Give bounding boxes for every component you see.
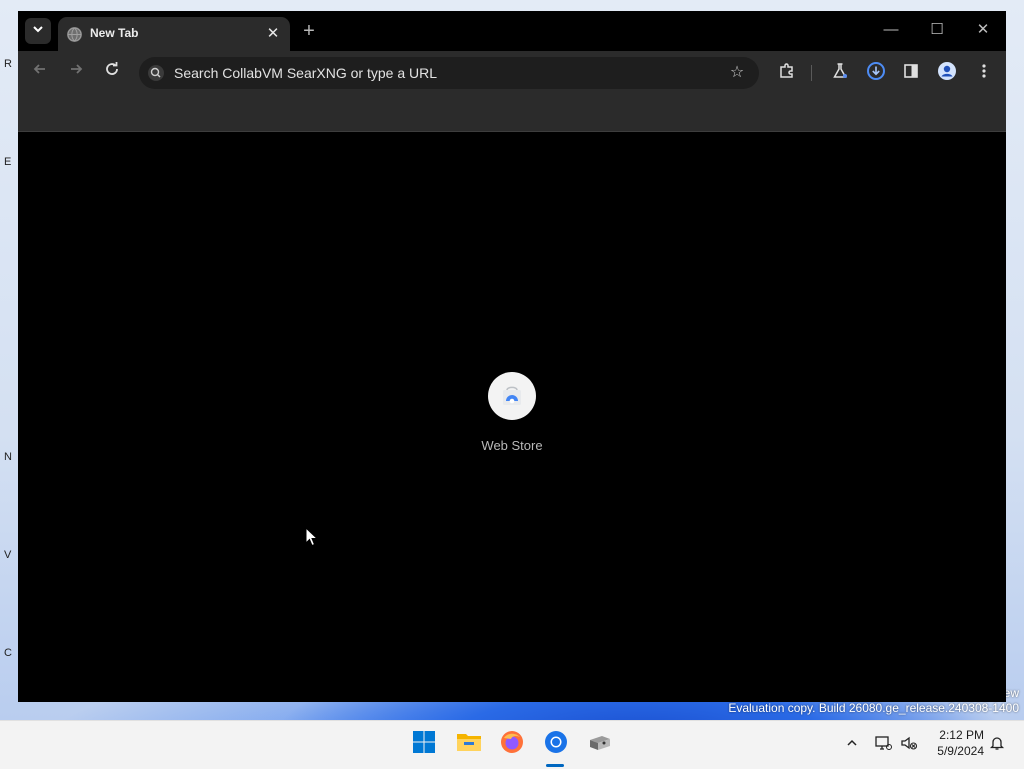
arrow-left-icon xyxy=(32,64,48,81)
active-app-indicator xyxy=(546,764,564,767)
firefox-icon xyxy=(500,730,524,759)
flask-icon xyxy=(831,62,849,85)
back-button[interactable] xyxy=(28,61,52,85)
chromium-icon xyxy=(544,730,568,759)
profile-button[interactable] xyxy=(935,61,959,85)
puzzle-icon xyxy=(778,62,796,85)
close-tab-button[interactable]: ✕ xyxy=(264,25,282,43)
watermark-build: Evaluation copy. Build 26080.ge_release.… xyxy=(728,701,1019,715)
maximize-icon: ☐ xyxy=(930,21,944,38)
maximize-button[interactable]: ☐ xyxy=(917,17,957,43)
avatar-icon xyxy=(937,61,957,86)
browser-window: New Tab ✕ + — ☐ ✕ Search CollabVM SearXN… xyxy=(18,11,1006,702)
close-window-button[interactable]: ✕ xyxy=(963,17,1003,43)
desktop-icon-label[interactable]: V xyxy=(4,549,11,561)
bookmarks-bar xyxy=(18,95,1006,132)
app-icon xyxy=(588,731,612,758)
chromium-button[interactable] xyxy=(541,729,571,759)
network-icon xyxy=(874,735,892,754)
forward-button[interactable] xyxy=(64,61,88,85)
side-panel-button[interactable] xyxy=(899,61,923,85)
labs-button[interactable] xyxy=(828,61,852,85)
more-vertical-icon xyxy=(981,63,987,84)
star-icon: ☆ xyxy=(729,64,745,81)
browser-toolbar: Search CollabVM SearXNG or type a URL ☆ xyxy=(18,51,1006,95)
windows-icon xyxy=(412,730,436,759)
web-store-icon xyxy=(488,372,536,420)
downloads-button[interactable] xyxy=(864,61,888,85)
menu-button[interactable] xyxy=(972,61,996,85)
shortcut-web-store[interactable]: Web Store xyxy=(464,372,560,462)
chevron-up-icon xyxy=(846,737,858,752)
new-tab-button[interactable]: + xyxy=(298,20,320,42)
title-bar[interactable]: New Tab ✕ + — ☐ ✕ xyxy=(18,11,1006,51)
search-engine-icon[interactable] xyxy=(148,65,164,81)
desktop-icon-label[interactable]: C xyxy=(4,647,12,659)
minimize-button[interactable]: — xyxy=(871,17,911,43)
new-tab-page: Web Store xyxy=(18,132,1006,702)
mouse-pointer-icon xyxy=(305,526,319,552)
volume-button[interactable] xyxy=(898,733,920,755)
desktop-icon-label[interactable]: E xyxy=(4,156,11,168)
tab-search-button[interactable] xyxy=(25,18,51,44)
globe-icon xyxy=(67,27,82,42)
firefox-button[interactable] xyxy=(497,729,527,759)
taskbar: 2:12 PM 5/9/2024 xyxy=(0,720,1024,769)
reload-icon xyxy=(104,62,120,81)
arrow-right-icon xyxy=(68,64,84,81)
close-icon: ✕ xyxy=(266,25,280,42)
app-button[interactable] xyxy=(585,729,615,759)
network-button[interactable] xyxy=(872,733,894,755)
plus-icon: + xyxy=(303,20,315,42)
omnibox[interactable]: Search CollabVM SearXNG or type a URL ☆ xyxy=(139,57,759,89)
minimize-icon: — xyxy=(883,21,899,38)
tab-title: New Tab xyxy=(90,26,139,40)
shortcut-label: Web Store xyxy=(481,438,543,453)
close-icon: ✕ xyxy=(976,21,990,38)
download-icon xyxy=(866,61,886,86)
chevron-down-icon xyxy=(32,22,44,40)
desktop-icon-label[interactable]: R xyxy=(4,58,12,70)
bell-icon xyxy=(989,735,1005,754)
bookmark-star-button[interactable]: ☆ xyxy=(727,63,747,83)
file-explorer-button[interactable] xyxy=(454,729,484,759)
notifications-button[interactable] xyxy=(986,733,1008,755)
clock-time: 2:12 PM xyxy=(939,728,984,742)
system-clock[interactable]: 2:12 PM 5/9/2024 xyxy=(928,727,984,759)
side-panel-icon xyxy=(903,63,919,84)
speaker-muted-icon xyxy=(900,735,918,754)
toolbar-divider xyxy=(811,65,812,81)
reload-button[interactable] xyxy=(100,61,124,85)
folder-icon xyxy=(456,731,482,758)
clock-date: 5/9/2024 xyxy=(937,744,984,758)
omnibox-placeholder: Search CollabVM SearXNG or type a URL xyxy=(174,65,437,81)
extensions-button[interactable] xyxy=(775,61,799,85)
tab-new-tab[interactable]: New Tab ✕ xyxy=(58,17,290,51)
start-button[interactable] xyxy=(409,729,439,759)
desktop-icon-label[interactable]: N xyxy=(4,451,12,463)
show-hidden-icons-button[interactable] xyxy=(841,733,863,755)
